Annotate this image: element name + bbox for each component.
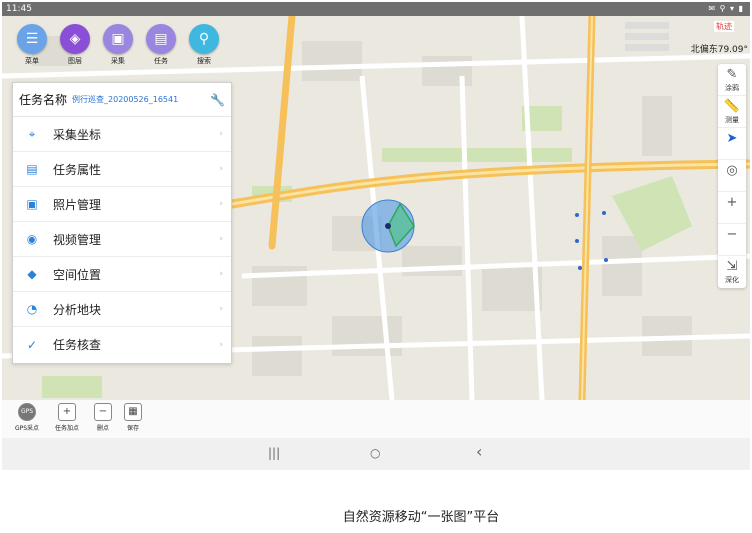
save-icon: ▦ xyxy=(124,403,142,421)
chevron-right-icon: › xyxy=(219,129,223,139)
task-menu-item-location[interactable]: ◆ 空间位置 › xyxy=(13,257,231,292)
status-bar: 11:45 ✉ ⚲ ▾ ▮ xyxy=(2,2,750,16)
task-menu-label: 空间位置 xyxy=(53,267,102,282)
check-icon: ✓ xyxy=(26,337,38,352)
top-button-menu[interactable]: ☰ 菜单 xyxy=(16,24,48,68)
gps-icon: GPS xyxy=(18,403,36,421)
task-panel-header: 任务名称 例行巡查_20200526_16541 🔧 xyxy=(13,83,231,117)
deepen-label: 深化 xyxy=(725,276,739,284)
ruler-icon: 📏 xyxy=(723,99,741,114)
attributes-icon: ▤ xyxy=(26,162,38,176)
task-menu-item-analysis[interactable]: ◔ 分析地块 › xyxy=(13,292,231,327)
target-button[interactable]: ◎ xyxy=(718,160,746,192)
status-icons: ✉ ⚲ ▾ ▮ xyxy=(708,4,744,13)
home-button[interactable]: ○ xyxy=(370,446,380,460)
task-menu-item-check[interactable]: ✓ 任务核查 › xyxy=(13,327,231,362)
zoom-in-button[interactable]: + xyxy=(718,192,746,224)
chevron-right-icon: › xyxy=(219,304,223,314)
figure-caption: 自然资源移动“一张图”平台 xyxy=(342,510,500,525)
save-button[interactable]: ▦ 保存 xyxy=(118,403,148,432)
tool-label: 删点 xyxy=(96,425,109,432)
zoom-in-icon: + xyxy=(726,195,738,210)
task-menu-item-attributes[interactable]: ▤ 任务属性 › xyxy=(13,152,231,187)
task-menu-item-coordinate[interactable]: ⌖ 采集坐标 › xyxy=(13,117,231,152)
task-menu-label: 视频管理 xyxy=(53,232,102,247)
chevron-right-icon: › xyxy=(219,164,223,174)
delete-point-icon: − xyxy=(94,403,112,421)
wrench-icon[interactable]: 🔧 xyxy=(210,93,225,107)
bottom-toolbar: GPS GPS采点 + 任务加点 − 删点 ▦ 保存 xyxy=(2,400,750,438)
coordinate-icon: ⌖ xyxy=(28,126,36,141)
measure-button[interactable]: 📏 测量 xyxy=(718,96,746,128)
gps-collect-button[interactable]: GPS GPS采点 xyxy=(12,403,42,432)
cube-icon: ◆ xyxy=(27,267,37,281)
bearing-readout: 北偏东79.09° xyxy=(690,45,748,55)
zoom-out-button[interactable]: − xyxy=(718,224,746,256)
search-icon: ⚲ xyxy=(189,24,219,54)
task-panel: 任务名称 例行巡查_20200526_16541 🔧 ⌖ 采集坐标 › ▤ 任务… xyxy=(12,82,232,364)
photo-icon: ▣ xyxy=(26,197,38,211)
graffiti-button[interactable]: ✎ 涂鸦 xyxy=(718,64,746,96)
deepen-button[interactable]: ⇲ 深化 xyxy=(718,256,746,288)
recent-apps-button[interactable]: ||| xyxy=(268,446,280,460)
video-icon: ◉ xyxy=(26,232,38,246)
device-screen: 11:45 ✉ ⚲ ▾ ▮ 轨迹 北偏东79.09° ☰ 菜单 ◈ 图层 ▣ 采… xyxy=(2,2,750,470)
tool-label: 任务加点 xyxy=(54,425,79,432)
chevron-right-icon: › xyxy=(219,234,223,244)
pie-icon: ◔ xyxy=(26,302,38,316)
status-time: 11:45 xyxy=(6,4,32,14)
top-button-label: 采集 xyxy=(111,57,125,65)
task-menu-label: 照片管理 xyxy=(53,197,102,212)
measure-label: 测量 xyxy=(725,116,739,124)
top-button-search[interactable]: ⚲ 搜索 xyxy=(188,24,220,68)
tool-label: 保存 xyxy=(126,425,139,432)
chevron-right-icon: › xyxy=(219,199,223,209)
task-menu-label: 采集坐标 xyxy=(53,127,102,142)
locate-arrow-icon: ➤ xyxy=(726,131,738,146)
collect-icon: ▣ xyxy=(103,24,133,54)
locate-button[interactable]: ➤ xyxy=(718,128,746,160)
top-button-task[interactable]: ▤ 任务 xyxy=(145,24,177,68)
navigation-bar: ||| ○ ‹ xyxy=(2,438,750,470)
task-menu-label: 分析地块 xyxy=(53,302,102,317)
zoom-out-icon: − xyxy=(726,227,738,242)
top-button-label: 图层 xyxy=(68,57,82,65)
layers-icon: ◈ xyxy=(60,24,90,54)
tool-label: GPS采点 xyxy=(14,425,40,432)
delete-point-button[interactable]: − 删点 xyxy=(88,403,118,432)
info-row xyxy=(618,31,746,42)
add-point-button[interactable]: + 任务加点 xyxy=(52,403,82,432)
top-button-label: 任务 xyxy=(154,57,168,65)
task-menu-item-photo[interactable]: ▣ 照片管理 › xyxy=(13,187,231,222)
deepen-icon: ⇲ xyxy=(726,259,738,274)
task-title: 任务名称 xyxy=(19,93,68,107)
menu-icon: ☰ xyxy=(17,24,47,54)
add-point-icon: + xyxy=(58,403,76,421)
top-button-layers[interactable]: ◈ 图层 xyxy=(59,24,91,68)
task-menu-item-video[interactable]: ◉ 视频管理 › xyxy=(13,222,231,257)
top-button-collect[interactable]: ▣ 采集 xyxy=(102,24,134,68)
back-button[interactable]: ‹ xyxy=(476,442,482,461)
target-icon: ◎ xyxy=(726,163,738,178)
chevron-right-icon: › xyxy=(219,269,223,279)
graffiti-label: 涂鸦 xyxy=(725,84,739,92)
info-row xyxy=(618,20,746,31)
task-icon: ▤ xyxy=(146,24,176,54)
chevron-right-icon: › xyxy=(219,339,223,350)
task-menu-label: 任务属性 xyxy=(53,162,102,177)
right-toolbar: ✎ 涂鸦 📏 测量 ➤ ◎ + − ⇲ 深化 xyxy=(718,64,746,288)
top-button-label: 菜单 xyxy=(25,57,39,65)
task-menu-label: 任务核查 xyxy=(53,338,102,352)
graffiti-icon: ✎ xyxy=(726,67,738,82)
top-button-label: 搜索 xyxy=(197,57,211,65)
task-name: 例行巡查_20200526_16541 xyxy=(72,95,179,104)
